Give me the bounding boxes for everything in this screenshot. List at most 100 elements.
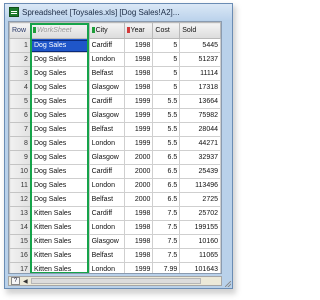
cell-worksheet[interactable]: Kitten Sales — [29, 220, 90, 235]
cell-city[interactable]: London — [88, 136, 125, 151]
column-header-cost[interactable]: Cost — [152, 22, 181, 39]
cell-cost[interactable]: 5 — [152, 80, 181, 95]
cell-year[interactable]: 1998 — [123, 52, 154, 67]
cell-cost[interactable]: 7.5 — [152, 248, 181, 263]
table-row[interactable]: 17 Kitten Sales London 1999 7.99 101643 — [9, 262, 221, 273]
table-row[interactable]: 7 Dog Sales Belfast 1999 5.5 28044 — [9, 122, 221, 137]
column-header-city[interactable]: City — [88, 22, 125, 39]
resize-grip-icon[interactable] — [225, 281, 231, 287]
table-row[interactable]: 2 Dog Sales London 1998 5 51237 — [9, 52, 221, 67]
cell-year[interactable]: 1998 — [123, 66, 154, 81]
cell-sold[interactable]: 13664 — [179, 94, 221, 109]
cell-cost[interactable]: 6.5 — [152, 178, 181, 193]
table-row[interactable]: 10 Dog Sales Cardiff 2000 6.5 25439 — [9, 164, 221, 179]
cell-year[interactable]: 2000 — [123, 178, 154, 193]
cell-year[interactable]: 1998 — [123, 220, 154, 235]
row-number[interactable]: 7 — [9, 122, 31, 137]
cell-worksheet[interactable]: Dog Sales — [29, 122, 90, 137]
cell-year[interactable]: 2000 — [123, 164, 154, 179]
cell-sold[interactable]: 101643 — [179, 262, 221, 273]
cell-sold[interactable]: 25702 — [179, 206, 221, 221]
row-number[interactable]: 16 — [9, 248, 31, 263]
cell-sold[interactable]: 10160 — [179, 234, 221, 249]
cell-year[interactable]: 1999 — [123, 94, 154, 109]
cell-worksheet[interactable]: Dog Sales — [29, 192, 90, 207]
cell-worksheet[interactable]: Dog Sales — [29, 150, 90, 165]
cell-year[interactable]: 1998 — [123, 38, 154, 53]
cell-city[interactable]: Glasgow — [88, 234, 125, 249]
row-number[interactable]: 2 — [9, 52, 31, 67]
cell-city[interactable]: Glasgow — [88, 108, 125, 123]
cell-worksheet[interactable]: Dog Sales — [29, 94, 90, 109]
cell-cost[interactable]: 5.5 — [152, 108, 181, 123]
cell-worksheet[interactable]: Kitten Sales — [29, 234, 90, 249]
cell-year[interactable]: 1998 — [123, 234, 154, 249]
cell-worksheet[interactable]: Dog Sales — [29, 80, 90, 95]
cell-worksheet[interactable]: Dog Sales — [29, 136, 90, 151]
table-row[interactable]: 11 Dog Sales London 2000 6.5 113496 — [9, 178, 221, 193]
table-row[interactable]: 5 Dog Sales Cardiff 1999 5.5 13664 — [9, 94, 221, 109]
table-row[interactable]: 13 Kitten Sales Cardiff 1998 7.5 25702 — [9, 206, 221, 221]
cell-worksheet[interactable]: Dog Sales — [29, 108, 90, 123]
cell-city[interactable]: London — [88, 52, 125, 67]
row-number[interactable]: 13 — [9, 206, 31, 221]
cell-year[interactable]: 1999 — [123, 108, 154, 123]
cell-sold[interactable]: 44271 — [179, 136, 221, 151]
cell-city[interactable]: London — [88, 262, 125, 273]
cell-sold[interactable]: 11065 — [179, 248, 221, 263]
table-row[interactable]: 15 Kitten Sales Glasgow 1998 7.5 10160 — [9, 234, 221, 249]
scroll-left-icon[interactable]: ◀ — [23, 278, 28, 285]
table-row[interactable]: 4 Dog Sales Glasgow 1998 5 17318 — [9, 80, 221, 95]
cell-city[interactable]: Belfast — [88, 122, 125, 137]
cell-worksheet[interactable]: Dog Sales — [29, 178, 90, 193]
cell-sold[interactable]: 51237 — [179, 52, 221, 67]
cell-year[interactable]: 1999 — [123, 122, 154, 137]
cell-sold[interactable]: 5445 — [179, 38, 221, 53]
cell-city[interactable]: Cardiff — [88, 206, 125, 221]
cell-worksheet[interactable]: Dog Sales — [29, 52, 90, 67]
cell-cost[interactable]: 6.5 — [152, 164, 181, 179]
row-number[interactable]: 11 — [9, 178, 31, 193]
cell-cost[interactable]: 6.5 — [152, 192, 181, 207]
row-number[interactable]: 3 — [9, 66, 31, 81]
row-number[interactable]: 12 — [9, 192, 31, 207]
cell-city[interactable]: London — [88, 178, 125, 193]
cell-cost[interactable]: 5 — [152, 52, 181, 67]
cell-year[interactable]: 1998 — [123, 206, 154, 221]
cell-cost[interactable]: 7.99 — [152, 262, 181, 273]
cell-cost[interactable]: 7.5 — [152, 206, 181, 221]
cell-cost[interactable]: 5.5 — [152, 136, 181, 151]
cell-city[interactable]: Glasgow — [88, 80, 125, 95]
cell-worksheet[interactable]: Kitten Sales — [29, 206, 90, 221]
cell-sold[interactable]: 2725 — [179, 192, 221, 207]
cell-worksheet[interactable]: Dog Sales — [29, 66, 90, 81]
cell-year[interactable]: 1998 — [123, 80, 154, 95]
cell-cost[interactable]: 6.5 — [152, 150, 181, 165]
row-number[interactable]: 9 — [9, 150, 31, 165]
cell-year[interactable]: 2000 — [123, 192, 154, 207]
table-row[interactable]: 6 Dog Sales Glasgow 1999 5.5 75982 — [9, 108, 221, 123]
table-row[interactable]: 9 Dog Sales Glasgow 2000 6.5 32937 — [9, 150, 221, 165]
cell-year[interactable]: 1998 — [123, 248, 154, 263]
cell-worksheet[interactable]: Dog Sales — [29, 164, 90, 179]
help-button[interactable]: ? — [11, 277, 20, 285]
row-number[interactable]: 14 — [9, 220, 31, 235]
table-row[interactable]: 14 Kitten Sales London 1998 7.5 199155 — [9, 220, 221, 235]
cell-city[interactable]: Glasgow — [88, 150, 125, 165]
cell-year[interactable]: 1999 — [123, 136, 154, 151]
cell-city[interactable]: London — [88, 220, 125, 235]
column-header-year[interactable]: Year — [123, 22, 154, 39]
row-number[interactable]: 5 — [9, 94, 31, 109]
cell-cost[interactable]: 7.5 — [152, 220, 181, 235]
row-number[interactable]: 4 — [9, 80, 31, 95]
cell-cost[interactable]: 5 — [152, 38, 181, 53]
cell-city[interactable]: Belfast — [88, 192, 125, 207]
table-row[interactable]: 1 Dog Sales Cardiff 1998 5 5445 — [9, 38, 221, 53]
cell-city[interactable]: Belfast — [88, 66, 125, 81]
cell-worksheet[interactable]: Kitten Sales — [29, 248, 90, 263]
cell-city[interactable]: Cardiff — [88, 94, 125, 109]
column-header-sold[interactable]: Sold — [179, 22, 221, 39]
cell-sold[interactable]: 199155 — [179, 220, 221, 235]
cell-worksheet[interactable]: Kitten Sales — [29, 262, 90, 273]
cell-sold[interactable]: 28044 — [179, 122, 221, 137]
